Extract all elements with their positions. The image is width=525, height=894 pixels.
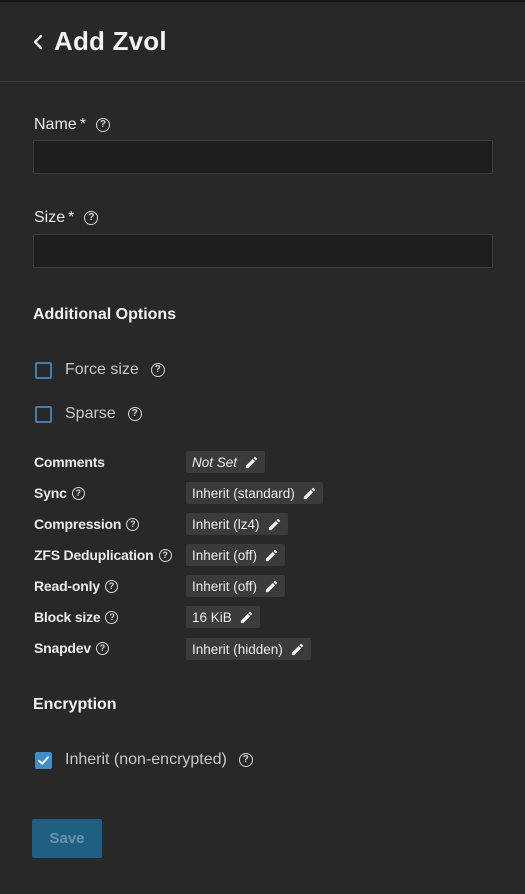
property-value: Inherit (standard) [192, 485, 295, 501]
sparse-label: Sparse [65, 405, 116, 422]
property-label: Compression [34, 516, 122, 532]
help-icon[interactable]: ? [105, 610, 119, 624]
property-label: Block size [34, 609, 101, 625]
force-size-checkbox-row[interactable]: Force size ? [35, 361, 165, 379]
sparse-checkbox[interactable] [35, 405, 52, 423]
name-input[interactable] [33, 140, 493, 174]
back-button[interactable] [30, 30, 46, 54]
snapdev-label: Snapdev ? [34, 640, 109, 656]
property-value: Inherit (off) [192, 578, 258, 594]
name-label: Name * ? [34, 116, 110, 134]
required-mark: * [68, 209, 75, 226]
page-header: Add Zvol [0, 2, 525, 82]
snapdev-value-chip[interactable]: Inherit (hidden) [186, 638, 311, 660]
read-only-value-chip[interactable]: Inherit (off) [186, 575, 286, 597]
inherit-encryption-checkbox[interactable] [35, 751, 52, 769]
pencil-icon [245, 456, 258, 468]
inherit-encryption-label: Inherit (non-encrypted) [65, 751, 227, 768]
pencil-icon [265, 580, 278, 592]
chevron-left-icon [33, 34, 43, 50]
help-icon[interactable]: ? [158, 548, 172, 562]
property-value: 16 KiB [192, 609, 232, 625]
force-size-checkbox[interactable] [35, 361, 52, 379]
comments-value-chip[interactable]: Not Set [186, 451, 266, 473]
sparse-checkbox-row[interactable]: Sparse ? [35, 405, 142, 423]
name-label-text: Name [34, 116, 77, 133]
property-label: Sync [34, 485, 67, 501]
save-button[interactable]: Save [32, 819, 102, 858]
force-size-label: Force size [65, 361, 139, 378]
compression-value-chip[interactable]: Inherit (lz4) [186, 513, 288, 535]
check-icon [37, 755, 50, 765]
comments-label: Comments [34, 454, 105, 470]
read-only-label: Read-only ? [34, 578, 118, 594]
pencil-icon [291, 643, 303, 655]
help-icon[interactable]: ? [104, 579, 118, 593]
page-title: Add Zvol [54, 26, 167, 56]
help-icon[interactable]: ? [95, 641, 109, 655]
property-label: Comments [34, 454, 105, 470]
inherit-encryption-checkbox-row[interactable]: Inherit (non-encrypted) ? [35, 751, 253, 769]
zfs-deduplication-label: ZFS Deduplication ? [34, 547, 172, 563]
property-value: Inherit (lz4) [192, 516, 260, 532]
property-label: Read-only [34, 578, 100, 594]
encryption-heading: Encryption [33, 696, 117, 713]
required-mark: * [79, 116, 86, 133]
property-label: ZFS Deduplication [34, 547, 154, 563]
zfs-deduplication-value-chip[interactable]: Inherit (off) [186, 544, 286, 566]
pencil-icon [268, 518, 280, 530]
help-icon[interactable]: ? [127, 407, 142, 421]
property-value: Not Set [192, 454, 238, 470]
size-input[interactable] [33, 234, 493, 268]
property-value: Inherit (off) [192, 547, 258, 563]
help-icon[interactable]: ? [71, 486, 85, 500]
help-icon[interactable]: ? [150, 363, 165, 377]
help-icon[interactable]: ? [84, 211, 99, 225]
block-size-label: Block size ? [34, 609, 119, 625]
sync-value-chip[interactable]: Inherit (standard) [186, 482, 323, 504]
additional-options-heading: Additional Options [33, 306, 177, 323]
pencil-icon [240, 611, 252, 623]
block-size-value-chip[interactable]: 16 KiB [186, 606, 260, 628]
help-icon[interactable]: ? [238, 753, 253, 767]
size-label: Size * ? [34, 209, 99, 227]
pencil-icon [303, 487, 315, 499]
compression-label: Compression ? [34, 516, 140, 532]
help-icon[interactable]: ? [126, 517, 140, 531]
help-icon[interactable]: ? [95, 118, 110, 132]
pencil-icon [265, 549, 278, 561]
size-label-text: Size [34, 209, 66, 226]
property-value: Inherit (hidden) [192, 641, 283, 657]
sync-label: Sync ? [34, 485, 85, 501]
property-label: Snapdev [34, 640, 91, 656]
